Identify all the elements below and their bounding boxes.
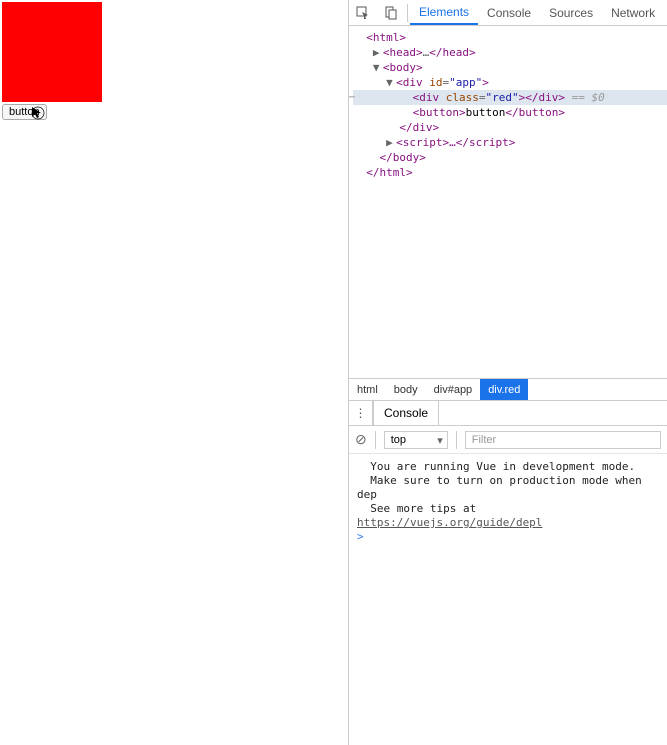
console-drawer-tab[interactable]: Console bbox=[373, 401, 439, 425]
toolbar-separator bbox=[456, 431, 457, 449]
tab-elements[interactable]: Elements bbox=[410, 0, 478, 25]
console-output[interactable]: You are running Vue in development mode.… bbox=[349, 454, 667, 745]
red-box bbox=[2, 2, 102, 102]
page-button[interactable]: button bbox=[2, 104, 47, 120]
crumb-body[interactable]: body bbox=[386, 379, 426, 400]
rendered-page: button bbox=[0, 0, 348, 745]
devtools-tabbar: Elements Console Sources Network bbox=[349, 0, 667, 26]
crumb-html[interactable]: html bbox=[349, 379, 386, 400]
device-toggle-icon[interactable] bbox=[377, 6, 405, 20]
console-message-line: Make sure to turn on production mode whe… bbox=[357, 474, 659, 502]
dom-selected-node[interactable]: ⋯ <div class="red"></div> == $0 bbox=[353, 90, 667, 105]
elements-dom-tree[interactable]: <html> ▶<head>…</head> ▼<body> ▼<div id=… bbox=[349, 26, 667, 378]
toolbar-separator bbox=[375, 431, 376, 449]
tabbar-separator bbox=[407, 4, 408, 22]
tab-console[interactable]: Console bbox=[478, 0, 540, 25]
console-menu-icon[interactable]: ⋮ bbox=[349, 401, 373, 425]
console-clear-icon[interactable]: ⊘ bbox=[355, 431, 367, 448]
console-prompt-icon: > bbox=[357, 530, 364, 543]
tab-network[interactable]: Network bbox=[602, 0, 664, 25]
console-drawer-header: ⋮ Console bbox=[349, 400, 667, 426]
crumb-div-app[interactable]: div#app bbox=[426, 379, 481, 400]
inspect-icon[interactable] bbox=[349, 6, 377, 20]
console-message-line: You are running Vue in development mode. bbox=[357, 460, 659, 474]
console-message-line: See more tips at https://vuejs.org/guide… bbox=[357, 502, 659, 530]
console-context-select[interactable]: top bbox=[384, 431, 448, 449]
devtools-panel: Elements Console Sources Network <html> … bbox=[348, 0, 667, 745]
console-filter-input[interactable]: Filter bbox=[465, 431, 661, 449]
tab-sources[interactable]: Sources bbox=[540, 0, 602, 25]
elements-breadcrumb: html body div#app div.red bbox=[349, 378, 667, 400]
console-link[interactable]: https://vuejs.org/guide/depl bbox=[357, 516, 542, 529]
crumb-div-red[interactable]: div.red bbox=[480, 379, 528, 400]
console-toolbar: ⊘ top Filter bbox=[349, 426, 667, 454]
